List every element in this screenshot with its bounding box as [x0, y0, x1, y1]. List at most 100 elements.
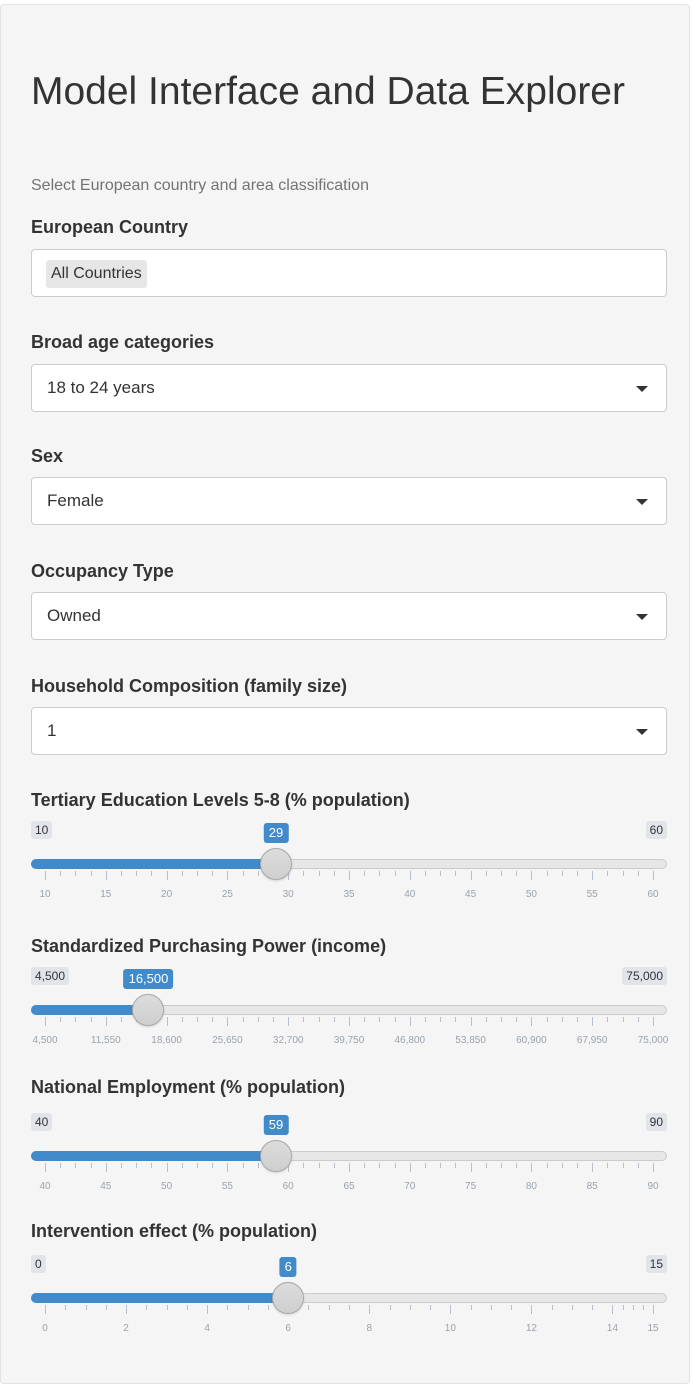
slider-minor-tick [577, 871, 578, 876]
slider-tick-label: 18,600 [151, 1035, 182, 1046]
slider-major-tick [531, 871, 533, 880]
slider-minor-tick [394, 1163, 396, 1168]
household-select[interactable]: 1 [31, 707, 667, 755]
slider-tick-label: 25,650 [212, 1035, 243, 1046]
slider-tick-label: 60 [647, 889, 659, 900]
occupancy-select[interactable]: Owned [31, 592, 667, 640]
slider-major-tick [450, 1305, 452, 1314]
age-label: Broad age categories [31, 332, 215, 352]
slider-value-label: 29 [263, 823, 289, 843]
slider-minor-tick [440, 1163, 442, 1168]
slider-minor-tick [212, 1017, 214, 1022]
slider-minor-tick [571, 1305, 573, 1310]
slider-minor-tick [516, 1163, 518, 1168]
slider-minor-tick [425, 871, 426, 876]
slider-minor-tick [90, 1017, 92, 1022]
slider-max-label: 15 [645, 1255, 667, 1273]
slider-minor-tick [318, 1017, 320, 1022]
slider-minor-tick [455, 871, 457, 876]
slider-minor-tick [303, 1017, 305, 1022]
slider-major-tick [126, 1305, 128, 1314]
slider-min-label: 10 [31, 821, 53, 839]
slider-minor-tick [197, 871, 198, 876]
slider-fill [31, 1151, 277, 1161]
slider-minor-tick [379, 1163, 381, 1168]
slider-tick-label: 46,800 [394, 1035, 426, 1046]
country-chip[interactable]: All Countries [46, 260, 147, 288]
slider-minor-tick [303, 1163, 305, 1168]
slider-label: National Employment (% population) [31, 1077, 345, 1097]
income-slider[interactable]: 4,500 75,000 4,500 11,550 18,600 25,650 32,700… [31, 967, 668, 1047]
slider-minor-tick [60, 1017, 62, 1022]
slider-minor-tick [470, 1305, 472, 1310]
employment-slider[interactable]: 40 90 40 45 50 55 60 65 70 75 80 85 90 59 [31, 1113, 667, 1193]
slider-tick-label: 45 [100, 1181, 112, 1192]
page-subtitle: Select European country and area classif… [31, 177, 369, 194]
sex-select[interactable]: Female [31, 477, 667, 525]
slider-minor-tick [490, 1305, 492, 1310]
slider-minor-tick [105, 1305, 107, 1310]
intervention-slider[interactable]: 0 15 0 2 4 6 8 10 12 14 15 6 [31, 1255, 667, 1335]
slider-minor-tick [181, 871, 183, 876]
slider-major-tick [227, 1017, 229, 1026]
slider-tick-label: 65 [343, 1181, 355, 1192]
slider-minor-tick [242, 1017, 244, 1022]
slider-major-tick [470, 1163, 472, 1172]
slider-handle[interactable] [272, 1282, 305, 1314]
slider-min-label: 0 [31, 1255, 46, 1273]
slider-handle[interactable] [132, 994, 165, 1026]
slider-minor-tick [511, 1305, 513, 1310]
slider-minor-tick [257, 871, 259, 876]
slider-minor-tick [85, 1305, 87, 1310]
slider-minor-tick [546, 1017, 548, 1022]
slider-tick-label: 90 [647, 1181, 659, 1192]
slider-minor-tick [121, 1163, 122, 1168]
slider-major-tick [592, 871, 594, 880]
slider-major-tick [612, 1305, 614, 1314]
slider-tick-label: 40 [404, 889, 416, 900]
slider-tick-label: 60,900 [516, 1035, 547, 1046]
slider-tick-label: 6 [285, 1323, 291, 1334]
slider-minor-tick [121, 1017, 122, 1022]
slider-minor-tick [166, 1305, 168, 1310]
chevron-down-icon [636, 729, 648, 735]
slider-fill [31, 1005, 149, 1015]
slider-minor-tick [242, 1163, 244, 1168]
slider-major-tick [653, 871, 654, 880]
slider-major-tick [653, 1017, 654, 1026]
slider-major-tick [531, 1163, 533, 1172]
slider-major-tick [166, 871, 168, 880]
slider-minor-tick [318, 871, 320, 876]
slider-major-tick [227, 1163, 229, 1172]
slider-minor-tick [394, 871, 396, 876]
slider-minor-tick [121, 871, 122, 876]
slider-minor-tick [247, 1305, 249, 1310]
slider-tick-label: 39,750 [333, 1035, 365, 1046]
slider-minor-tick [65, 1305, 67, 1310]
slider-minor-tick [546, 871, 548, 876]
slider-value-label: 6 [279, 1257, 297, 1277]
slider-value-label: 16,500 [123, 969, 174, 989]
slider-major-tick [592, 1017, 594, 1026]
slider-minor-tick [75, 1017, 77, 1022]
country-select[interactable]: All Countries [31, 249, 667, 297]
slider-minor-tick [151, 1163, 153, 1168]
slider-minor-tick [561, 1163, 563, 1168]
slider-minor-tick [607, 1017, 609, 1022]
slider-major-tick [470, 1017, 472, 1026]
slider-handle[interactable] [260, 1140, 293, 1172]
slider-minor-tick [349, 1305, 350, 1310]
slider-minor-tick [303, 871, 305, 876]
age-select[interactable]: 18 to 24 years [31, 364, 667, 412]
slider-minor-tick [186, 1305, 188, 1310]
slider-minor-tick [227, 1305, 229, 1310]
slider-minor-tick [394, 1017, 396, 1022]
sidebar-panel: Model Interface and Data Explorer Select… [0, 4, 690, 1384]
age-value: 18 to 24 years [47, 378, 155, 397]
slider-minor-tick [561, 1017, 563, 1022]
slider-handle[interactable] [260, 848, 293, 880]
slider-minor-tick [632, 1305, 634, 1310]
slider-tick-label: 50 [525, 889, 537, 900]
slider-minor-tick [197, 1017, 198, 1022]
education-slider[interactable]: 10 60 10 15 20 25 30 35 40 45 50 55 60 29 [31, 821, 667, 901]
